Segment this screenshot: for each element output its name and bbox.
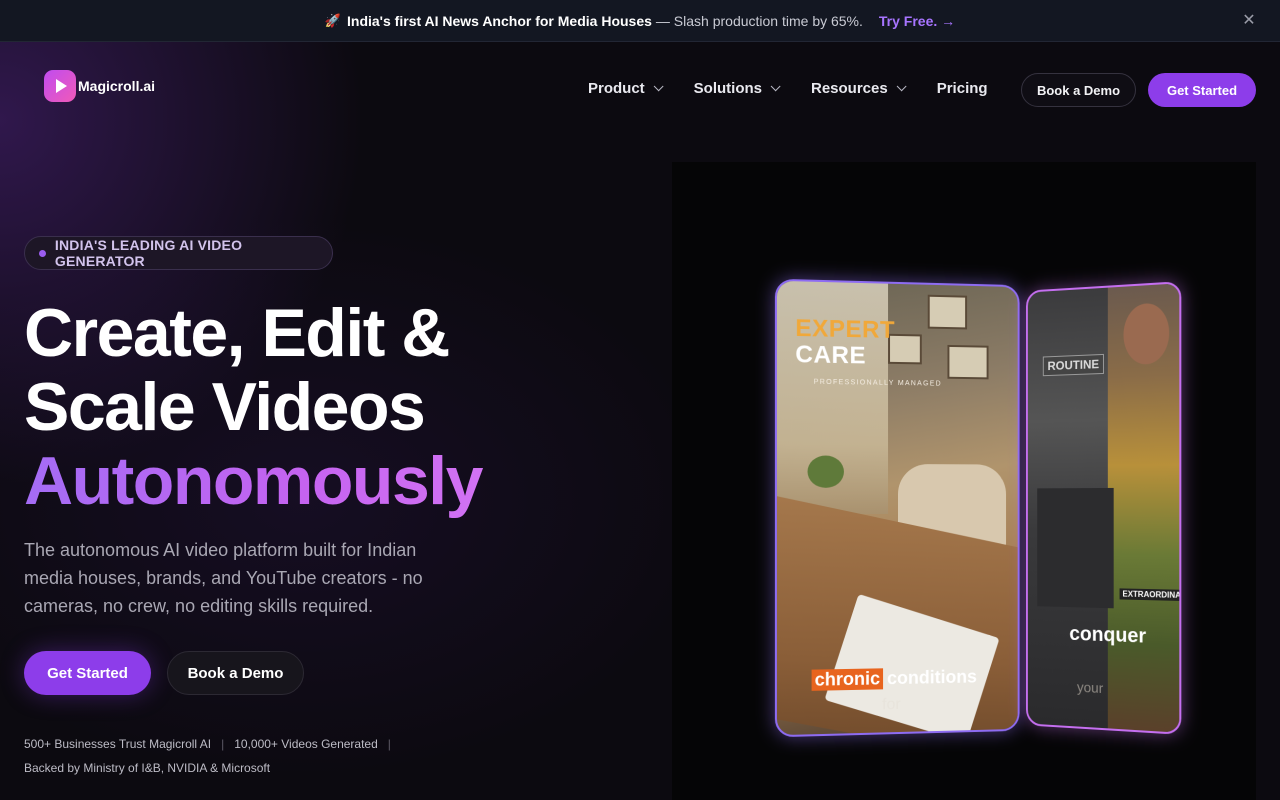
headline-line-3: Autonomously [24,444,584,518]
office-image [1037,487,1114,609]
nav-pricing[interactable]: Pricing [937,80,988,97]
your-caption: your [1076,678,1104,697]
badge-dot-icon [39,249,46,257]
card-title-line-1: EXPERT [795,314,896,344]
logo-icon [44,70,76,102]
wall-frame [947,344,989,380]
backed-by-text: Backed by Ministry of I&B, NVIDIA & Micr… [24,761,271,775]
get-started-button[interactable]: Get Started [24,651,151,695]
nav-solutions[interactable]: Solutions [693,80,781,97]
trust-stats: 500+ Businesses Trust Magicroll AI | 10,… [24,737,401,751]
wall-frame [927,294,968,330]
card-title: EXPERT CARE [795,314,896,370]
chevron-down-icon [653,81,664,92]
nav-pricing-label: Pricing [936,80,988,97]
main-nav: Product Solutions Resources Pricing [588,80,1022,97]
stat-businesses: 500+ Businesses Trust Magicroll AI [24,737,212,751]
logo-text: Magicroll.ai [78,78,156,94]
hero-badge: INDIA'S LEADING AI VIDEO GENERATOR [24,236,333,270]
card-title-line-2: CARE [795,341,867,370]
nav-product[interactable]: Product [588,80,664,97]
book-demo-button-header[interactable]: Book a Demo [1021,73,1136,107]
hero-headline: Create, Edit & Scale Videos Autonomously [24,296,584,518]
try-free-link[interactable]: Try Free. → [879,13,955,29]
caption-rest: conditions [887,666,977,689]
nav-resources[interactable]: Resources [811,80,907,97]
routine-sign: ROUTINE [1042,353,1104,377]
logo[interactable]: Magicroll.ai [44,70,155,102]
rocket-icon: 🚀 [324,12,341,28]
video-card-expert-care: EXPERT CARE PROFESSIONALLY MANAGED chron… [774,278,1020,738]
headline-line-2: Scale Videos [24,369,426,445]
get-started-button-header[interactable]: Get Started [1148,73,1256,107]
headline-line-1: Create, Edit & [24,295,450,371]
chevron-down-icon [896,81,907,92]
video-card-routine: ROUTINE EXTRAORDINARY conquer your [1026,281,1182,735]
extraordinary-tag: EXTRAORDINARY [1119,588,1182,602]
announcement-highlight: India's first AI News Anchor for Media H… [347,12,652,29]
close-icon[interactable]: ✕ [1240,12,1258,30]
card-caption-line-2: for [882,695,901,714]
stat-divider: | [387,737,391,751]
chevron-down-icon [770,81,781,92]
nav-resources-label: Resources [811,80,888,97]
announcement-text: — Slash production time by 65%. [655,12,863,29]
plant-image [807,455,844,488]
announcement-bar: 🚀 India's first AI News Anchor for Media… [0,0,1280,42]
stat-videos: 10,000+ Videos Generated [234,737,378,751]
nav-solutions-label: Solutions [693,80,762,97]
card-caption: chronic conditions [811,666,977,691]
stat-divider: | [221,737,225,751]
badge-label: INDIA'S LEADING AI VIDEO GENERATOR [54,237,243,269]
conquer-caption: conquer [1069,622,1147,648]
book-demo-button[interactable]: Book a Demo [167,651,304,695]
hero-subtext: The autonomous AI video platform built f… [24,540,423,616]
caption-highlight: chronic [811,668,884,691]
nav-product-label: Product [588,80,645,97]
